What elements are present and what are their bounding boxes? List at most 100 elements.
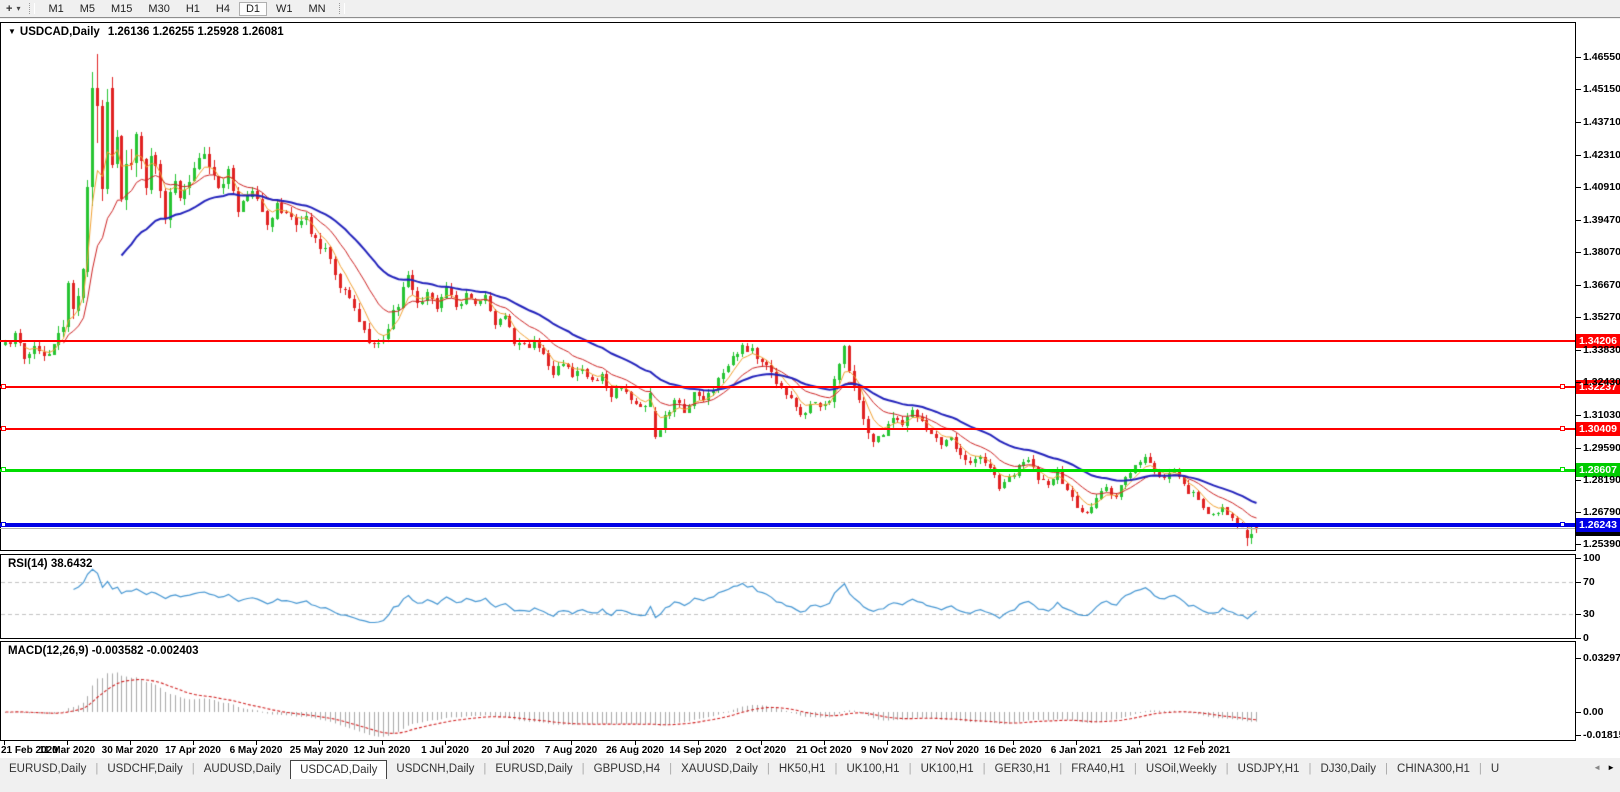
date-label-9-Nov-2020: 9 Nov 2020	[860, 745, 914, 756]
price-tick-1.33830-tick	[1576, 350, 1581, 351]
chart-tab-uk100-h1[interactable]: UK100,H1	[912, 760, 983, 779]
chart-tab-fra40-h1[interactable]: FRA40,H1	[1062, 760, 1134, 779]
horizontal-line-1.32237-handle[interactable]	[1, 384, 6, 389]
price-tick-1.42310: 1.42310	[1583, 149, 1620, 161]
horizontal-line-1.26243-handle[interactable]	[1, 522, 6, 527]
timeframe-button-w1[interactable]: W1	[269, 2, 300, 16]
chart-tab-xauusd-daily[interactable]: XAUUSD,Daily	[672, 760, 767, 779]
horizontal-line-1.32237[interactable]	[0, 385, 1575, 388]
chart-title: ▼ USDCAD,Daily 1.26136 1.26255 1.25928 1.2…	[8, 26, 284, 38]
date-label-12-Jun-2020: 12 Jun 2020	[353, 745, 411, 756]
price-tick-1.29590-tick	[1576, 448, 1581, 449]
price-tick-1.36670: 1.36670	[1583, 279, 1620, 291]
chart-tab-china300-h1[interactable]: CHINA300,H1	[1388, 760, 1479, 779]
price-tick-1.45150: 1.45150	[1583, 83, 1620, 95]
horizontal-line-1.30409-handle[interactable]	[1560, 426, 1565, 431]
price-tick-1.43710: 1.43710	[1583, 116, 1620, 128]
date-label-11-Mar-2020: 11 Mar 2020	[38, 745, 96, 756]
tab-scroll-arrows: ◄ ►	[1586, 763, 1618, 772]
date-label-25-Jan-2021: 25 Jan 2021	[1110, 745, 1168, 756]
toolbar-grip[interactable]	[338, 3, 345, 14]
timeframe-button-d1[interactable]: D1	[238, 1, 268, 16]
horizontal-line-1.30409[interactable]	[0, 427, 1575, 430]
horizontal-line-1.34206[interactable]	[0, 340, 1575, 343]
price-badge-1.26243: 1.26243	[1576, 518, 1620, 532]
price-tick-1.32430: 1.32430	[1583, 376, 1620, 388]
chart-tab-gbpusd-h4[interactable]: GBPUSD,H4	[585, 760, 669, 779]
horizontal-line-1.26243[interactable]	[0, 522, 1575, 527]
chart-symbol-label: USDCAD,Daily	[19, 26, 100, 38]
price-tick-1.40910: 1.40910	[1583, 181, 1620, 193]
date-label-16-Dec-2020: 16 Dec 2020	[984, 745, 1042, 756]
price-tick-1.33830: 1.33830	[1583, 344, 1620, 356]
timeframe-button-row: M1 M5 M15 M30 H1 H4 D1 W1 MN	[40, 1, 333, 16]
horizontal-line-1.32237-handle[interactable]	[1560, 384, 1565, 389]
chart-tab-usdjpy-h1[interactable]: USDJPY,H1	[1229, 760, 1309, 779]
horizontal-line-1.26243-handle[interactable]	[1560, 522, 1565, 527]
current-price-line[interactable]	[0, 528, 1575, 530]
chart-tab-usoil-weekly[interactable]: USOil,Weekly	[1137, 760, 1226, 779]
timeframe-button-mn[interactable]: MN	[302, 2, 333, 16]
price-tick-1.26790-tick	[1576, 512, 1581, 513]
chart-tab-eurusd-daily[interactable]: EURUSD,Daily	[486, 760, 581, 779]
chart-tab-dj30-daily[interactable]: DJ30,Daily	[1311, 760, 1385, 779]
chart-tab-bar: EURUSD,Daily | USDCHF,Daily | AUDUSD,Daily US…	[0, 760, 1620, 779]
chart-tab-eurusd-daily[interactable]: EURUSD,Daily	[0, 760, 95, 779]
chart-tab-usdchf-daily[interactable]: USDCHF,Daily	[98, 760, 191, 779]
chart-tab-usdcad-daily[interactable]: USDCAD,Daily	[290, 760, 388, 779]
tab-scroll-left-icon[interactable]: ◄	[1593, 763, 1601, 772]
macd-canvas[interactable]	[1, 642, 1575, 740]
price-tick-1.38070-tick	[1576, 252, 1581, 253]
price-tick-1.40910-tick	[1576, 187, 1581, 188]
price-tick-1.28190-tick	[1576, 480, 1581, 481]
timeframe-button-m30[interactable]: M30	[141, 2, 176, 16]
crosshair-icon[interactable]: +	[6, 3, 12, 15]
chart-tab-audusd-daily[interactable]: AUDUSD,Daily	[195, 760, 290, 779]
date-label-12-Feb-2021: 12 Feb 2021	[1173, 745, 1231, 756]
chart-tab-usdcnh-daily[interactable]: USDCNH,Daily	[387, 760, 483, 779]
date-label-17-Apr-2020: 17 Apr 2020	[165, 745, 221, 756]
macd-indicator-panel[interactable]: MACD(12,26,9) -0.003582 -0.002403	[0, 641, 1576, 741]
rsi-tick-70-tick	[1576, 582, 1581, 583]
tab-scroll-right-icon[interactable]: ►	[1607, 763, 1615, 772]
rsi-canvas[interactable]	[1, 555, 1575, 638]
rsi-indicator-panel[interactable]: RSI(14) 38.6432	[0, 554, 1576, 639]
rsi-tick-30-tick	[1576, 614, 1581, 615]
horizontal-line-1.30409-handle[interactable]	[1, 426, 6, 431]
price-tick-1.46550: 1.46550	[1583, 51, 1620, 63]
horizontal-line-1.28607[interactable]	[0, 468, 1575, 472]
top-toolbar: + ▾ M1 M5 M15 M30 H1 H4 D1 W1 MN	[0, 0, 1620, 18]
macd-tick-0.032972: 0.032972	[1583, 652, 1620, 664]
price-tick-1.38070: 1.38070	[1583, 246, 1620, 258]
timeframe-button-m15[interactable]: M15	[104, 2, 139, 16]
timeframe-button-m5[interactable]: M5	[73, 2, 102, 16]
price-tick-1.31030-tick	[1576, 415, 1581, 416]
price-tick-1.35270-tick	[1576, 317, 1581, 318]
price-tick-1.36670-tick	[1576, 285, 1581, 286]
rsi-tick-0-tick	[1576, 638, 1581, 639]
price-tick-1.45150-tick	[1576, 89, 1581, 90]
price-tick-1.35270: 1.35270	[1583, 311, 1620, 323]
price-tick-1.29590: 1.29590	[1583, 442, 1620, 454]
chart-tab-uk100-h1[interactable]: UK100,H1	[838, 760, 909, 779]
price-tick-1.43710-tick	[1576, 122, 1581, 123]
timeframe-button-h1[interactable]: H1	[179, 2, 207, 16]
toolbar-grip[interactable]	[29, 3, 36, 14]
chart-tab-hk50-h1[interactable]: HK50,H1	[770, 760, 835, 779]
chart-dropdown-icon[interactable]: ▼	[8, 27, 16, 36]
horizontal-line-1.28607-handle[interactable]	[1560, 467, 1565, 472]
horizontal-line-1.28607-handle[interactable]	[1, 467, 6, 472]
date-label-6-May-2020: 6 May 2020	[229, 745, 283, 756]
date-label-2-Oct-2020: 2 Oct 2020	[735, 745, 787, 756]
date-label-30-Mar-2020: 30 Mar 2020	[101, 745, 159, 756]
price-tick-1.39470-tick	[1576, 220, 1581, 221]
price-tick-1.46550-tick	[1576, 57, 1581, 58]
date-label-25-May-2020: 25 May 2020	[289, 745, 349, 756]
chart-tab-ger30-h1[interactable]: GER30,H1	[986, 760, 1060, 779]
dropdown-caret-icon[interactable]: ▾	[16, 4, 20, 13]
timeframe-button-m1[interactable]: M1	[41, 2, 70, 16]
timeframe-button-h4[interactable]: H4	[209, 2, 237, 16]
chart-tab-u[interactable]: U	[1482, 760, 1508, 779]
price-tick-1.32430-tick	[1576, 382, 1581, 383]
rsi-tick-100: 100	[1583, 552, 1601, 564]
